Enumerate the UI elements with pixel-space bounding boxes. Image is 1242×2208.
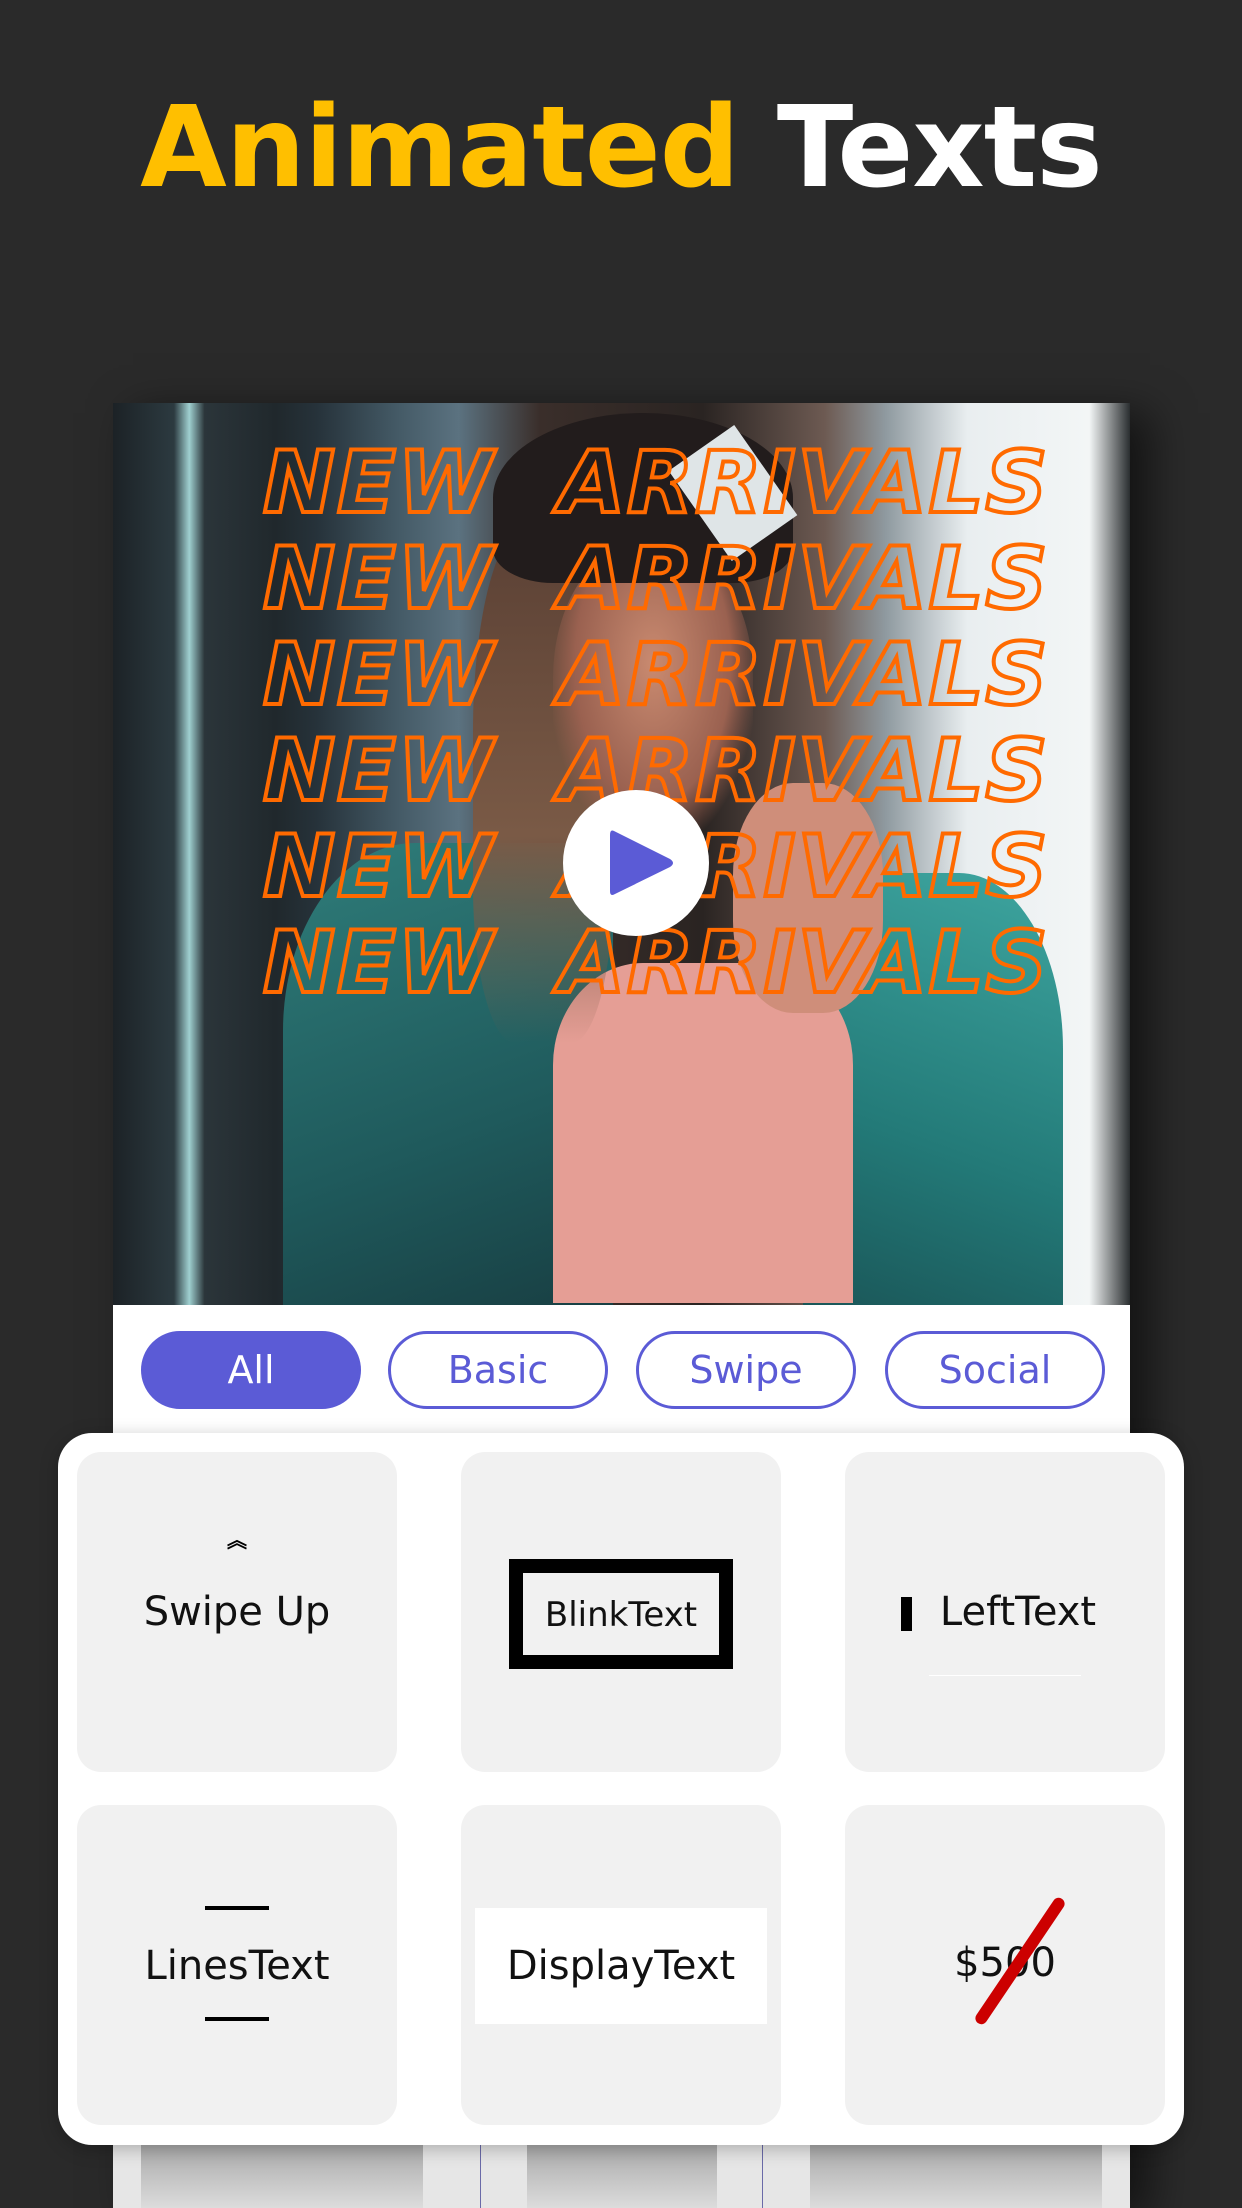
title-plain-word: Texts: [776, 83, 1103, 213]
card-left-text[interactable]: LeftText: [845, 1452, 1165, 1772]
top-line-icon: [205, 1906, 269, 1910]
tab-social[interactable]: Social: [885, 1331, 1105, 1409]
next-row-peek: [113, 2145, 1130, 2208]
tab-basic[interactable]: Basic: [388, 1331, 608, 1409]
card-display-text[interactable]: DisplayText: [461, 1805, 781, 2125]
tab-all[interactable]: All: [141, 1331, 361, 1409]
tab-swipe[interactable]: Swipe: [636, 1331, 856, 1409]
card-peek: [527, 2145, 717, 2208]
card-peek: [141, 2145, 423, 2208]
page-title: Animated Texts: [0, 78, 1242, 218]
play-icon: [610, 830, 673, 895]
card-strikethrough-price[interactable]: $500: [845, 1805, 1165, 2125]
card-blink-text[interactable]: BlinkText: [461, 1452, 781, 1772]
play-button[interactable]: [563, 790, 709, 936]
bottom-line-icon: [205, 2017, 269, 2021]
double-chevron-up-icon: ︽: [227, 1528, 247, 1552]
card-label: LinesText: [144, 1943, 330, 1989]
overlay-line: NEW ARRIVALS: [261, 529, 1050, 629]
category-tabs: All Basic Swipe Social: [113, 1305, 1130, 1435]
card-label: Swipe Up: [143, 1589, 331, 1635]
card-peek: [810, 2145, 1102, 2208]
title-highlight-word: Animated: [140, 83, 740, 213]
overlay-line: NEW ARRIVALS: [261, 433, 1050, 533]
card-label: DisplayText: [506, 1943, 736, 1989]
divider: [480, 2145, 481, 2208]
underline: [929, 1675, 1081, 1676]
card-label: BlinkText: [544, 1595, 698, 1635]
blink-frame: BlinkText: [509, 1559, 733, 1669]
card-swipe-up[interactable]: ︽ Swipe Up: [77, 1452, 397, 1772]
video-preview[interactable]: NEW ARRIVALS NEW ARRIVALS NEW ARRIVALS N…: [113, 403, 1130, 1305]
divider: [762, 2145, 763, 2208]
text-style-panel: ︽ Swipe Up BlinkText LeftText LinesText …: [58, 1433, 1184, 2145]
overlay-line: NEW ARRIVALS: [261, 625, 1050, 725]
card-label: LeftText: [939, 1589, 1097, 1635]
card-lines-text[interactable]: LinesText: [77, 1805, 397, 2125]
